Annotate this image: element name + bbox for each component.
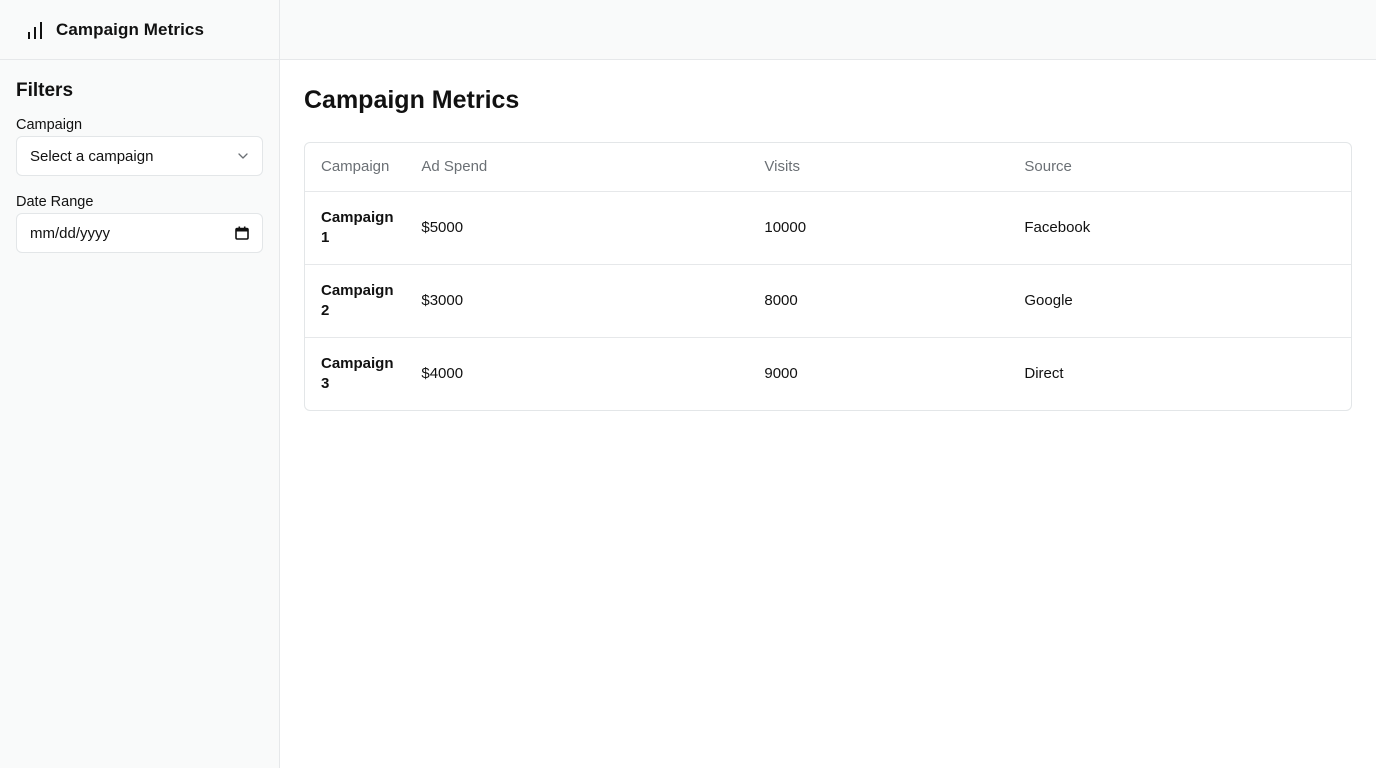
column-header-ad-spend: Ad Spend: [405, 143, 749, 192]
cell-visits: 9000: [764, 364, 798, 382]
brand-header: Campaign Metrics: [0, 0, 279, 60]
cell-source: Google: [1008, 264, 1351, 338]
cell-ad-spend: $3000: [405, 264, 749, 338]
filters-title: Filters: [16, 80, 74, 101]
column-header-source: Source: [1008, 143, 1351, 192]
filters-panel: Filters Campaign Select a campaign Date …: [0, 60, 279, 253]
date-range-placeholder: mm/dd/yyyy: [30, 224, 111, 242]
sidebar: Campaign Metrics Filters Campaign Select…: [0, 0, 280, 768]
cell-campaign: Campaign 1: [305, 191, 406, 265]
column-header-visits: Visits: [748, 143, 1009, 192]
metrics-table: Campaign Ad Spend Visits Source Campaign…: [305, 143, 1351, 410]
app-title: Campaign Metrics: [56, 19, 205, 39]
cell-visits: 10000: [748, 191, 1009, 265]
cell-source: Facebook: [1008, 191, 1351, 265]
date-range-input[interactable]: mm/dd/yyyy: [16, 213, 263, 253]
table-header-row: Campaign Ad Spend Visits Source: [305, 143, 1351, 192]
table-row: Campaign 3 $4000 9000 Direct: [305, 337, 1351, 410]
app-root: Campaign Metrics Filters Campaign Select…: [0, 0, 1376, 768]
main-content: Campaign Metrics Campaign Ad Spend Visit…: [304, 60, 1352, 411]
cell-ad-spend: $4000: [421, 364, 464, 382]
page-title: Campaign Metrics: [304, 86, 520, 114]
top-bar: [280, 0, 1376, 60]
campaign-label: Campaign: [16, 117, 83, 133]
bar-chart-icon: [26, 21, 44, 39]
chevron-down-icon: [237, 150, 249, 162]
table-row: Campaign 2 $3000 8000 Google: [305, 264, 1351, 338]
cell-ad-spend: $5000: [405, 191, 749, 265]
cell-source: Direct: [1024, 364, 1064, 382]
column-header-campaign: Campaign: [305, 143, 406, 192]
campaign-select-value: Select a campaign: [30, 147, 154, 165]
metrics-table-container: Campaign Ad Spend Visits Source Campaign…: [304, 142, 1352, 411]
cell-campaign: Campaign 3: [321, 354, 394, 392]
calendar-icon[interactable]: [235, 226, 249, 240]
cell-visits: 8000: [748, 264, 1009, 338]
table-row: Campaign 1 $5000 10000 Facebook: [305, 191, 1351, 265]
cell-campaign: Campaign 2: [305, 264, 406, 338]
date-range-label: Date Range: [16, 194, 94, 210]
campaign-select[interactable]: Select a campaign: [16, 136, 263, 176]
